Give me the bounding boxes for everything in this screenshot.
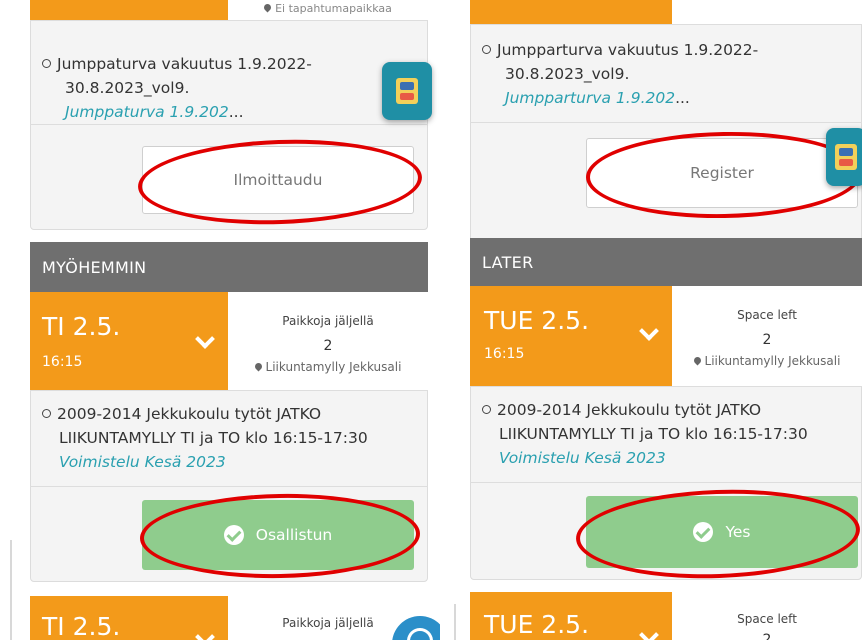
insurance-card [470,0,862,246]
event-day: TUE 2.5. [484,306,590,335]
event-day: TI 2.5. [42,612,121,640]
venue-label: Liikuntamylly Jekkusali [672,354,862,368]
insurance-description: Jumppaturva vakuutus 1.9.2022- 30.8.2023… [30,52,380,124]
event-description: 2009-2014 Jekkukoulu tytöt JATKO LIIKUNT… [470,398,862,470]
slots-count: 2 [323,338,333,354]
event-date-block[interactable] [470,286,672,386]
slots-label: Space left [737,308,797,322]
finnish-screen: Ei tapahtumapaikkaa Jumppaturva vakuutus… [0,0,440,640]
event-group-link[interactable]: Voimistelu Kesä 2023 [499,449,666,467]
event-day: TI 2.5. [42,312,121,341]
event-time: 16:15 [42,354,83,370]
insurance-link[interactable]: Jumppaturva 1.9.202 [65,103,229,121]
register-button[interactable]: Register [586,138,858,208]
slots-label: Space left [737,612,797,626]
map-pin-icon [692,355,702,366]
event-day: TUE 2.5. [484,610,590,639]
event-time: 16:15 [484,346,525,362]
myclub-app-icon[interactable] [826,128,862,186]
event-description: 2009-2014 Jekkukoulu tytöt JATKO LIIKUNT… [30,402,428,474]
check-circle-icon [693,522,714,542]
section-header-later: MYÖHEMMIN [30,242,428,292]
slots-count: 2 [762,632,772,640]
register-button[interactable]: Ilmoittaudu [142,146,414,214]
check-circle-icon [223,525,244,545]
insurance-description: Jumpparturva vakuutus 1.9.2022- 30.8.202… [470,38,820,110]
event-date-block [470,0,672,24]
event-date-block [30,0,228,20]
section-header-later: LATER [470,238,862,286]
myclub-app-icon[interactable] [382,62,432,120]
map-pin-icon [262,2,273,13]
venue-label: Ei tapahtumapaikkaa [228,2,428,15]
slots-count: 2 [762,332,772,348]
venue-label: Liikuntamylly Jekkusali [228,360,428,374]
event-group-link[interactable]: Voimistelu Kesä 2023 [59,453,226,471]
attend-button[interactable]: Osallistun [142,500,414,570]
insurance-link[interactable]: Jumpparturva 1.9.202 [505,89,675,107]
slots-label: Paikkoja jäljellä [282,314,374,328]
map-pin-icon [253,361,263,372]
attend-button[interactable]: Yes [586,496,858,568]
english-screen: Jumpparturva vakuutus 1.9.2022- 30.8.202… [440,0,862,640]
